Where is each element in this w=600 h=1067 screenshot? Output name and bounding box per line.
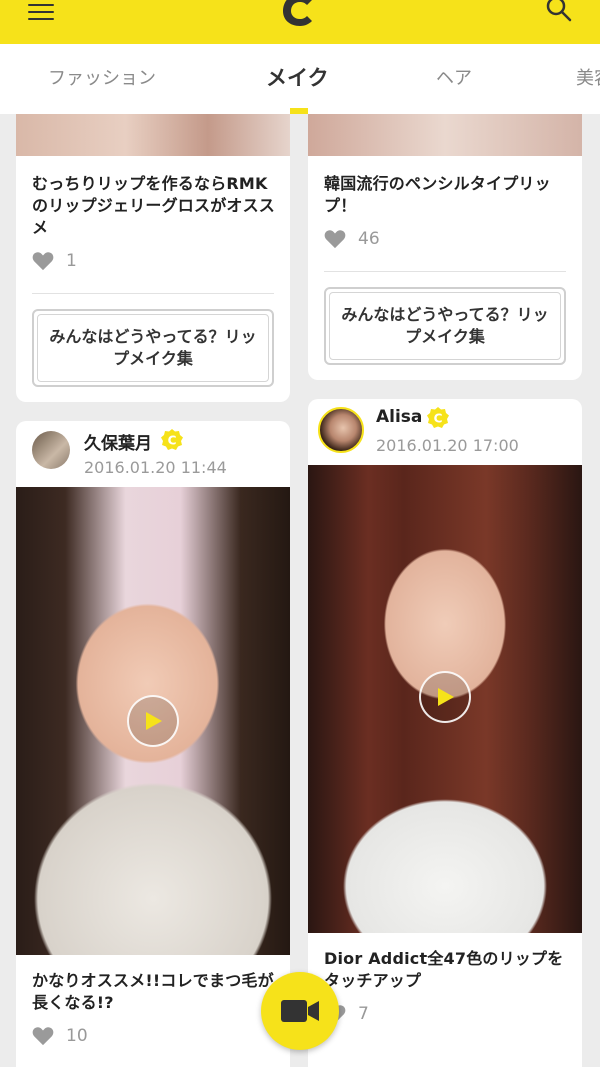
post-title[interactable]: 韓国流行のペンシルタイプリップ！ [324, 173, 574, 217]
post-date: 2016.01.20 17:00 [376, 436, 519, 455]
post-date: 2016.01.20 11:44 [84, 458, 227, 477]
like-count-value: 7 [358, 1004, 369, 1024]
like-count[interactable]: 10 [32, 1026, 88, 1046]
avatar[interactable] [32, 431, 70, 469]
post-card[interactable]: Alisa C 2016.01.20 17:00 Dior Addict全47色… [308, 399, 582, 1067]
post-image[interactable] [308, 465, 582, 933]
post-card[interactable]: むっちりリップを作るならRMKのリップジェリーグロスがオススメ 1 みんなはどう… [16, 104, 290, 402]
like-count-value: 10 [66, 1026, 88, 1046]
post-title[interactable]: かなりオススメ!!コレでまつ毛が長くなる!? [32, 970, 282, 1014]
curator-badge-icon: C [427, 407, 449, 428]
like-count-value: 1 [66, 251, 77, 271]
app-header [0, 0, 600, 44]
post-title[interactable]: むっちりリップを作るならRMKのリップジェリーグロスがオススメ [32, 173, 282, 239]
heart-icon [32, 1027, 54, 1046]
like-count-value: 46 [358, 229, 380, 249]
play-button[interactable] [127, 695, 179, 747]
like-count[interactable]: 46 [324, 229, 380, 249]
tab-beauty[interactable]: 美容 [576, 64, 600, 90]
avatar[interactable] [318, 407, 364, 453]
curator-badge-icon: C [161, 429, 183, 450]
post-thumbnail[interactable] [308, 114, 582, 156]
tab-hair[interactable]: ヘア [436, 64, 472, 90]
divider [32, 293, 274, 294]
logo-icon[interactable] [279, 0, 321, 28]
tab-makeup[interactable]: メイク [266, 62, 329, 92]
search-icon[interactable] [546, 0, 572, 22]
post-image[interactable] [16, 487, 290, 955]
divider [324, 271, 566, 272]
play-button[interactable] [419, 671, 471, 723]
tab-fashion[interactable]: ファッション [48, 64, 156, 90]
post-card[interactable]: 韓国流行のペンシルタイプリップ！ 46 みんなはどうやってる？リップメイク集 [308, 104, 582, 380]
record-video-button[interactable] [261, 972, 339, 1050]
post-title[interactable]: Dior Addict全47色のリップをタッチアップ [324, 948, 574, 992]
like-count[interactable]: 1 [32, 251, 77, 271]
author-name[interactable]: Alisa [376, 407, 422, 427]
related-collection-button[interactable]: みんなはどうやってる？リップメイク集 [32, 309, 274, 387]
post-card[interactable]: 久保葉月 C 2016.01.20 11:44 かなりオススメ!!コレでまつ毛が… [16, 421, 290, 1067]
heart-icon [32, 252, 54, 271]
menu-icon[interactable] [28, 4, 54, 22]
heart-icon [324, 230, 346, 249]
play-icon [146, 712, 162, 730]
play-icon [438, 688, 454, 706]
post-thumbnail[interactable] [16, 114, 290, 156]
svg-text:C: C [434, 412, 443, 426]
related-collection-button[interactable]: みんなはどうやってる？リップメイク集 [324, 287, 566, 365]
author-name[interactable]: 久保葉月 [84, 429, 152, 454]
video-camera-icon [281, 1000, 319, 1022]
related-collection-label: みんなはどうやってる？リップメイク集 [329, 292, 561, 360]
related-collection-label: みんなはどうやってる？リップメイク集 [37, 314, 269, 382]
svg-text:C: C [168, 434, 177, 448]
